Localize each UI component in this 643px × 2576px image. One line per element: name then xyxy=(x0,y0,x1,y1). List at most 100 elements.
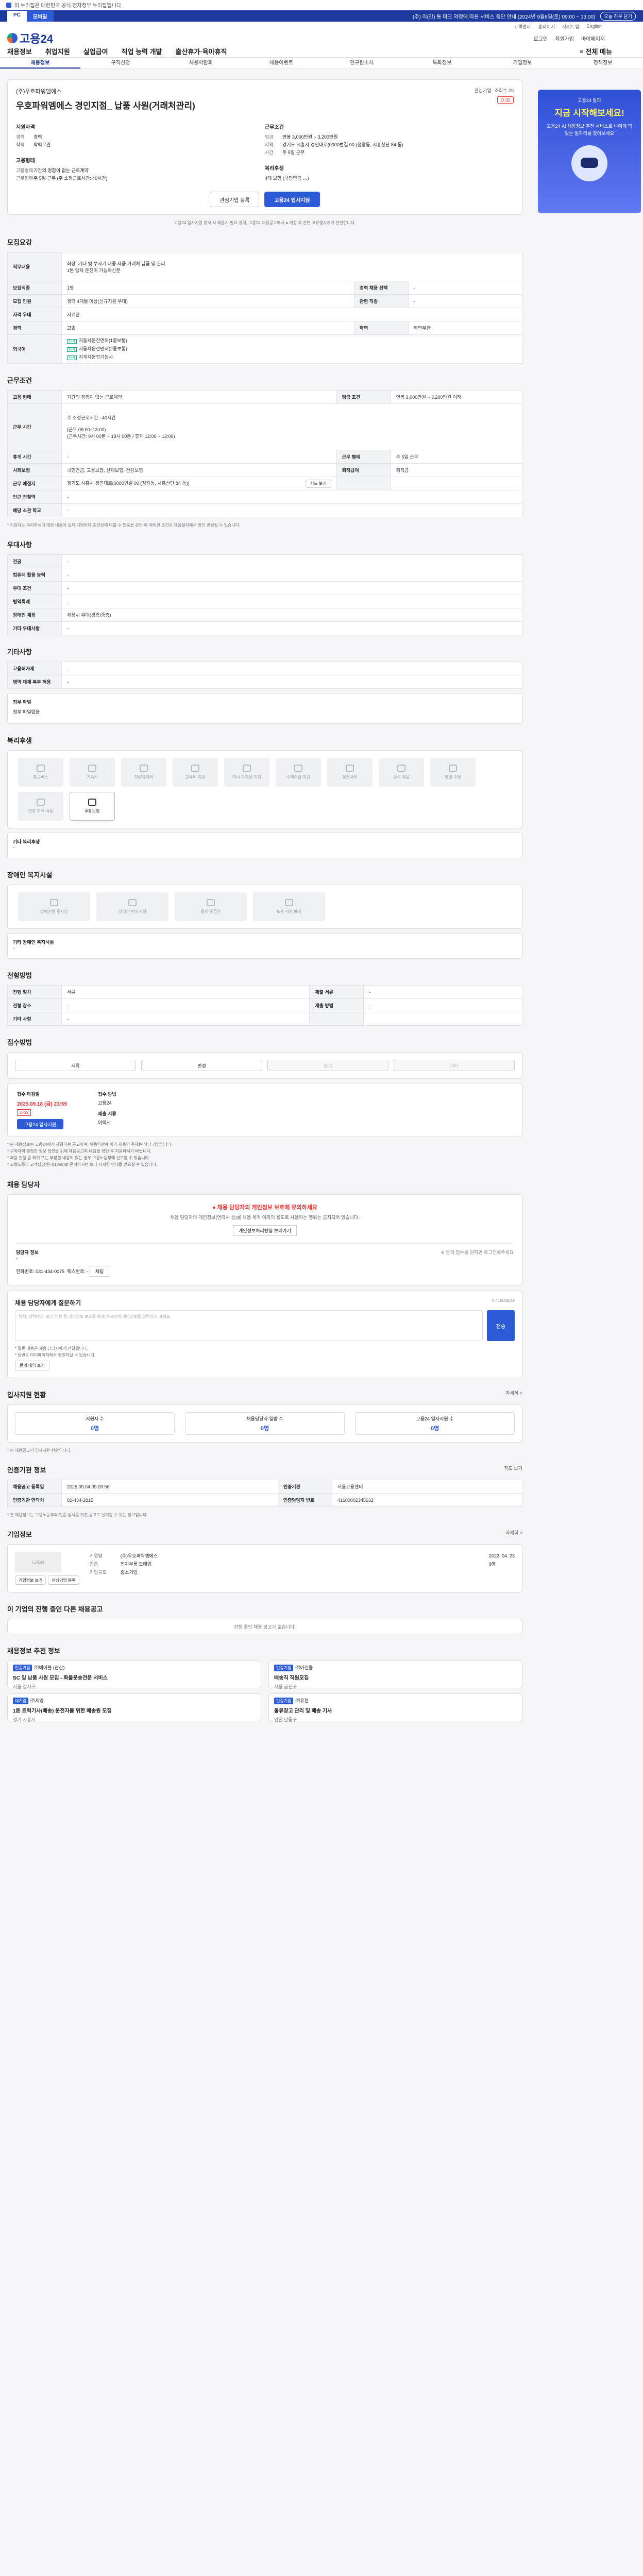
gnb-item[interactable]: 직업 능력 개발 xyxy=(122,46,162,56)
table-row: 인근 전철역 - xyxy=(7,490,522,504)
applicants-more-link[interactable]: 자세히 > xyxy=(505,1389,522,1396)
sub-nav-item[interactable]: 채용정보 xyxy=(0,58,80,69)
banner-title: 지금 시작해보세요! xyxy=(554,108,624,118)
inquiry-send-button[interactable]: 전송 xyxy=(487,1310,515,1341)
login-link[interactable]: 로그인 xyxy=(534,35,548,42)
method-option[interactable]: 기타 xyxy=(394,1060,515,1071)
kv-row: 학력 학력무관 xyxy=(16,141,265,149)
sub-nav-item[interactable]: 구직신청 xyxy=(80,58,161,69)
gnb-item[interactable]: 출산휴가·육아휴직 xyxy=(176,46,227,56)
menu-icon: ≡ xyxy=(579,47,584,55)
company-name[interactable]: (주)우호파워엠에스 xyxy=(16,87,514,95)
cell-value: 주 소정근로시간 : 40시간 (근무 09:00~18:00) (근무시간: … xyxy=(61,403,522,450)
inquiry-history-button[interactable]: 문의 내역 보기 xyxy=(15,1361,49,1370)
company-value: 전자부품 도매업 xyxy=(120,1562,152,1567)
sub-nav-item[interactable]: 채용박람회 xyxy=(161,58,241,69)
cell-value: 연봉 3,000만원 ~ 3,200만원 이하 xyxy=(390,390,523,404)
docs-label: 제출 서류 xyxy=(98,1111,116,1116)
warning-icon: ● xyxy=(212,1205,216,1211)
method-option[interactable]: 면접 xyxy=(141,1060,262,1071)
cond-note: * 지원자는 복리후생에 대한 내용이 실제 기업마다 조건상에 다를 수 있음… xyxy=(7,523,241,528)
sub-nav-item[interactable]: 정책정보 xyxy=(563,58,643,69)
welfare-icon xyxy=(88,765,96,772)
cell-value: 자료관 xyxy=(61,308,522,321)
chat-button[interactable]: 채팅 xyxy=(89,1266,110,1277)
recommend-card[interactable]: 대기업 ㈜세영 1톤 트럭기사(배송) 운전자를 위한 배송원 모집 경기 시흥시 xyxy=(7,1693,261,1722)
disability-item: 도움 직원 배치 xyxy=(253,892,325,921)
cell-value xyxy=(390,477,523,490)
banner-kicker: 고용24 알파 xyxy=(578,98,601,103)
table-row: 고용허가제 - xyxy=(7,662,522,675)
disability-icon xyxy=(207,899,215,906)
disability-label: 장애인용 주차장 xyxy=(40,909,68,914)
stat-label: 채용담당자 열람 수 xyxy=(246,1416,283,1421)
interest-label[interactable]: 관심기업 xyxy=(475,87,492,94)
sub-nav-item[interactable]: 기업정보 xyxy=(482,58,563,69)
cell-value: - xyxy=(408,294,523,308)
cell-value: - xyxy=(61,998,310,1012)
cell-value: - xyxy=(61,568,522,582)
sub-nav-item[interactable]: 특화정보 xyxy=(402,58,482,69)
disability-grid: 장애인용 주차장 장애인 편의시설 휠체어 접근 도움 직원 배치 xyxy=(7,885,522,929)
cell-label: 해당 소관 학교 xyxy=(7,503,62,517)
map-button[interactable]: 지도 보기 xyxy=(305,479,331,488)
gnb-item[interactable]: 실업급여 xyxy=(83,46,108,56)
notice-message[interactable]: (주) 이(간) 통 마크 약정에 따른 서비스 중단 안내 (2024년 9월… xyxy=(413,12,595,20)
util-link[interactable]: 사이트맵 xyxy=(562,23,579,30)
util-link[interactable]: 홈페이지 xyxy=(538,23,555,30)
util-link[interactable]: English xyxy=(586,24,602,29)
apply-button[interactable]: 고용24 입사지원 xyxy=(264,192,320,207)
interest-button[interactable]: 관심기업 등록 xyxy=(210,192,260,207)
kv-value: 연봉 3,000만원 ~ 3,200만원 xyxy=(282,134,338,140)
notice-tab-pc[interactable]: PC xyxy=(7,10,27,22)
privacy-button[interactable]: 개인정보처리방침 보러가기 xyxy=(233,1225,297,1236)
method-option[interactable]: 서류 xyxy=(15,1060,136,1071)
kv-value: 주 5일 근무 xyxy=(282,150,305,155)
views-count: 조회수 29 xyxy=(494,88,514,93)
recommend-card[interactable]: 인증기업 ㈜아린몰 배송직 직원모집 서울 금천구 xyxy=(268,1660,522,1689)
recommend-card[interactable]: 인증기업 ㈜유한 물류창고 관리 및 배송 기사 인천 남동구 xyxy=(268,1693,522,1722)
cell-label: 병역 대체 복무 허용 xyxy=(7,675,62,689)
site-header: 고용24 로그인 회원가입 마이페이지 xyxy=(0,31,643,45)
signup-link[interactable]: 회원가입 xyxy=(555,35,574,42)
cell-label: 기타 우대사항 xyxy=(7,621,62,635)
duty-text: 화장, 기타 빛 부자기 대중 제품 거래처 납품 및 관리 1톤 탑차 운전이… xyxy=(61,252,522,281)
kv-key: 근무형태 xyxy=(16,176,33,181)
recommend-title: 물류창고 관리 및 배송 기사 xyxy=(274,1708,332,1714)
gnb-item[interactable]: 취업지원 xyxy=(45,46,70,56)
process-table: 전형 절차 서류 제출 서류 - 전형 장소 - 제출 방법 - 기타 사항 - xyxy=(7,985,522,1026)
cell-label: 임금 조건 xyxy=(336,390,391,404)
company-follow-button[interactable]: 관심기업 등록 xyxy=(48,1575,79,1585)
sub-nav-item[interactable]: 채용이벤트 xyxy=(241,58,321,69)
notice-close-button[interactable]: 오늘 하루 닫기 xyxy=(600,11,636,21)
inquiry-note: * 질문 내용은 채용 담당자에게 전달됩니다. xyxy=(15,1346,88,1351)
company-box: LOGO 기업정보 보기 관심기업 등록 기업명 (주)우호파워엠에스 업종 전자부품 … xyxy=(7,1544,522,1592)
welfare-label: 연차 자유 사용 xyxy=(28,809,54,814)
method-option[interactable]: 필기 xyxy=(267,1060,388,1071)
recommend-company: ㈜에이블 (안산) xyxy=(34,1665,65,1670)
mypage-link[interactable]: 마이페이지 xyxy=(581,35,605,42)
recommend-card[interactable]: 인증기업 ㈜에이블 (안산) SC 및 납품 사원 모집 - 화물운송전문 서비스 서… xyxy=(7,1660,261,1689)
notice-tab-mobile[interactable]: 모바일 xyxy=(26,10,54,22)
main-content: 고용24 알파 지금 시작해보세요! 고용24 AI 채용정보 추천 서비스로 … xyxy=(7,79,641,1742)
company-more-link[interactable]: 자세히 > xyxy=(505,1529,522,1536)
apply-button-2[interactable]: 고용24 입사지원 xyxy=(17,1119,64,1129)
side-banner[interactable]: 고용24 알파 지금 시작해보세요! 고용24 AI 채용정보 추천 서비스로 … xyxy=(538,90,641,213)
logo[interactable]: 고용24 xyxy=(7,30,53,46)
company-info-button[interactable]: 기업정보 보기 xyxy=(15,1575,46,1585)
cert-map-button[interactable]: 지도 보기 xyxy=(504,1465,522,1471)
all-menu-button[interactable]: ≡ 전체 메뉴 xyxy=(580,46,612,56)
util-link[interactable]: 고객센터 xyxy=(514,23,531,30)
license-item: 자격 자동차운전면허(1종보통) xyxy=(67,337,517,345)
sub-nav-item[interactable]: 연구원소식 xyxy=(321,58,402,69)
recommend-location: 경기 시흥시 xyxy=(13,1717,36,1722)
applicant-stat: 고용24 입사지원 수 0명 xyxy=(355,1412,515,1435)
inquiry-box: 채용 담당자에게 질문하기 0 / 1000byte 학력, 경력여부, 희망 연… xyxy=(7,1291,522,1378)
cell-label: 전공 xyxy=(7,554,62,568)
table-row: 채용공고 등록일 2025.09.04 09:09:56 인증기관 서울고용센터 xyxy=(7,1480,523,1494)
cell-value: 서울고용센터 xyxy=(331,1480,523,1494)
welfare-item: 4대 보험 xyxy=(70,792,115,821)
gnb-item[interactable]: 채용정보 xyxy=(7,46,32,56)
inquiry-textarea[interactable]: 학력, 경력여부, 희망 연봉 등 개인정보 보호를 위해 게시판에 개인정보를… xyxy=(15,1310,483,1341)
applicant-stats: 지원자 수 0명 채용담당자 열람 수 0명 고용24 입사지원 수 0명 xyxy=(7,1404,522,1443)
